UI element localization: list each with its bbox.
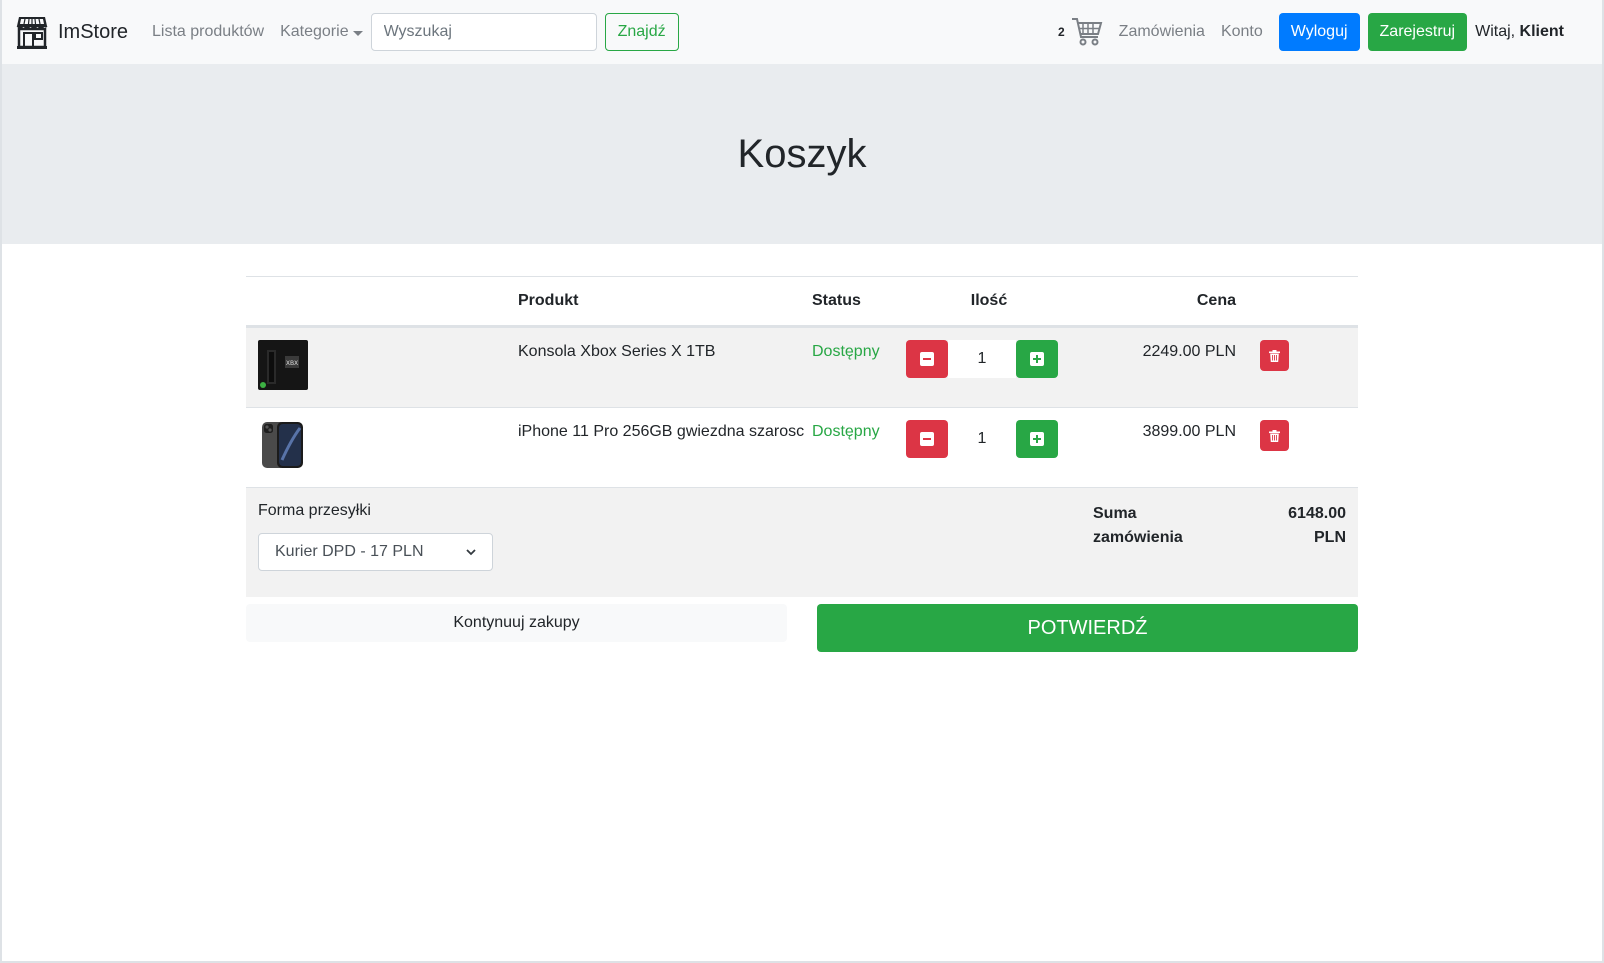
- shipping-selected-value: Kurier DPD - 17 PLN: [275, 543, 424, 560]
- decrease-quantity-button[interactable]: [906, 420, 948, 458]
- user-name: Klient: [1519, 23, 1564, 40]
- total-label: Suma zamówienia: [1093, 505, 1183, 546]
- table-row: iPhone 11 Pro 256GB gwiezdna szarosc Dos…: [246, 407, 1358, 487]
- product-thumbnail-iphone[interactable]: [258, 420, 308, 470]
- register-button[interactable]: Zarejestruj: [1367, 13, 1468, 51]
- plus-square-icon: [1030, 432, 1044, 446]
- logout-button[interactable]: Wyloguj: [1278, 13, 1360, 51]
- confirm-order-button[interactable]: POTWIERDŹ: [817, 604, 1358, 652]
- continue-shopping-button[interactable]: Kontynuuj zakupy: [246, 604, 787, 642]
- nav-link-account[interactable]: Konto: [1221, 23, 1263, 41]
- cart-count-badge: 2: [1057, 25, 1065, 39]
- greeting-prefix: Witaj,: [1475, 23, 1516, 40]
- store-icon: [16, 17, 48, 49]
- trash-icon: [1269, 429, 1280, 442]
- header-status: Status: [812, 292, 861, 309]
- minus-square-icon: [920, 432, 934, 446]
- remove-item-button[interactable]: [1260, 340, 1289, 371]
- total-value: 6148.00 PLN: [1288, 505, 1346, 546]
- increase-quantity-button[interactable]: [1016, 420, 1058, 458]
- navbar: ImStore Lista produktów Kategorie Znajdź…: [0, 0, 1604, 64]
- remove-item-button[interactable]: [1260, 420, 1289, 451]
- search-button[interactable]: Znajdź: [604, 13, 679, 51]
- brand-name: ImStore: [58, 20, 129, 43]
- quantity-stepper: 1: [902, 420, 1072, 458]
- shipping-label: Forma przesyłki: [258, 502, 371, 519]
- nav-link-products[interactable]: Lista produktów: [152, 23, 264, 41]
- product-price: 3899.00 PLN: [1142, 423, 1236, 440]
- product-status: Dostępny: [812, 343, 880, 360]
- search-input[interactable]: [370, 13, 597, 51]
- product-name[interactable]: iPhone 11 Pro 256GB gwiezdna szarosc: [506, 420, 812, 444]
- decrease-quantity-button[interactable]: [906, 340, 948, 378]
- nav-link-orders[interactable]: Zamówienia: [1119, 23, 1205, 41]
- cart-icon[interactable]: [1071, 17, 1103, 47]
- product-name[interactable]: Konsola Xbox Series X 1TB: [506, 340, 812, 364]
- page-header: Koszyk: [0, 64, 1604, 244]
- svg-text:XBX: XBX: [286, 360, 298, 367]
- order-summary: Forma przesyłki Kurier DPD - 17 PLN Suma…: [246, 487, 1358, 597]
- page-title: Koszyk: [737, 131, 867, 176]
- header-quantity: Ilość: [970, 292, 1008, 309]
- header-price: Cena: [1196, 292, 1236, 309]
- quantity-stepper: 1: [902, 340, 1072, 378]
- chevron-down-icon: [466, 549, 476, 556]
- quantity-value: 1: [977, 430, 987, 447]
- increase-quantity-button[interactable]: [1016, 340, 1058, 378]
- minus-square-icon: [920, 352, 934, 366]
- brand[interactable]: ImStore: [16, 15, 128, 49]
- table-row: XBX Konsola Xbox Series X 1TB Dostępny 1…: [246, 327, 1358, 407]
- product-status: Dostępny: [812, 423, 880, 440]
- table-header: Produkt Status Ilość Cena: [246, 277, 1358, 327]
- nav-dropdown-categories[interactable]: Kategorie: [280, 23, 363, 41]
- header-product: Produkt: [518, 292, 579, 309]
- nav-right: 2 Zamówienia Konto Wyloguj Zarejestruj W…: [1058, 13, 1588, 51]
- plus-square-icon: [1030, 352, 1044, 366]
- product-thumbnail-xbox[interactable]: XBX: [258, 340, 308, 390]
- user-greeting: Witaj, Klient: [1475, 23, 1564, 41]
- caret-down-icon: [352, 30, 363, 36]
- cart-table: Produkt Status Ilość Cena XBX Konsola Xb…: [246, 276, 1358, 597]
- nav-dropdown-categories-label: Kategorie: [280, 23, 349, 40]
- product-price: 2249.00 PLN: [1142, 343, 1236, 360]
- quantity-value: 1: [948, 340, 1016, 378]
- shipping-select[interactable]: Kurier DPD - 17 PLN: [258, 533, 493, 571]
- trash-icon: [1269, 349, 1280, 362]
